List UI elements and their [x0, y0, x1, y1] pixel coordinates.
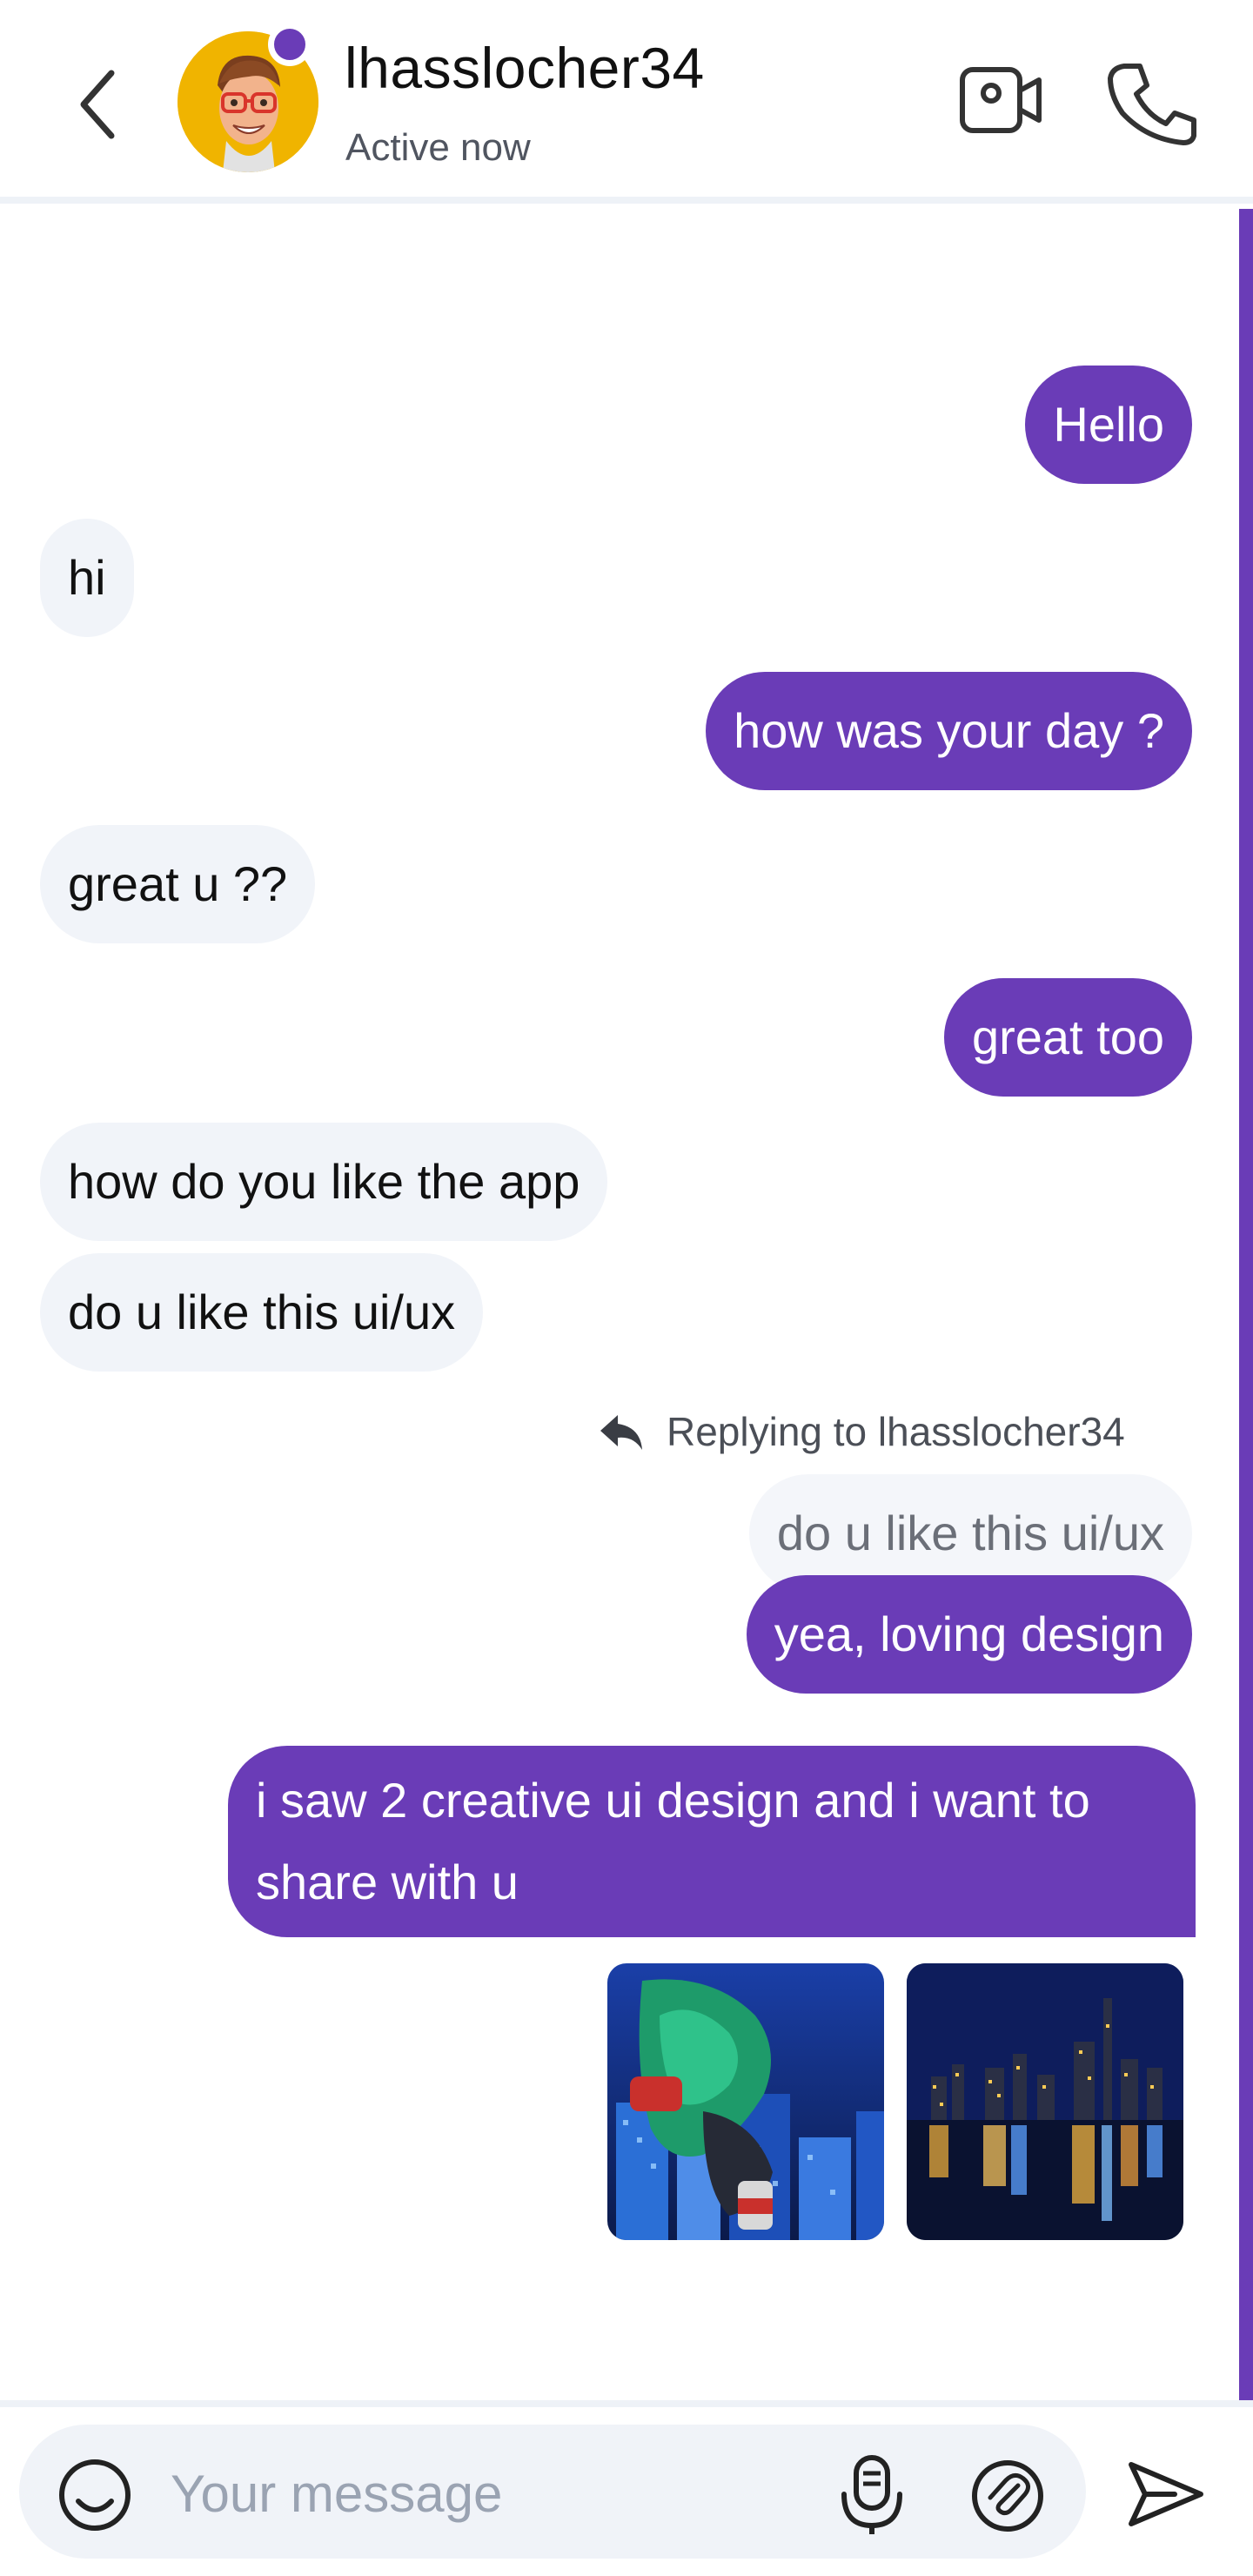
scrollbar[interactable] — [1239, 209, 1253, 2400]
shared-image-2[interactable] — [907, 1963, 1183, 2240]
send-icon — [1129, 2462, 1203, 2526]
reply-label-text: Replying to lhasslocher34 — [667, 1409, 1125, 1454]
outgoing-message[interactable]: how was your day ? — [706, 672, 1192, 790]
outgoing-message[interactable]: great too — [943, 978, 1192, 1097]
online-status-dot — [268, 23, 312, 66]
emoji-icon — [59, 2459, 131, 2531]
microphone-icon — [841, 2455, 902, 2534]
send-button[interactable] — [1122, 2451, 1209, 2538]
reply-arrow-icon — [600, 1415, 642, 1450]
attachment-button[interactable] — [968, 2456, 1048, 2536]
phone-icon — [1108, 64, 1196, 145]
attachment-icon — [972, 2460, 1043, 2532]
incoming-message[interactable]: great u ?? — [40, 825, 316, 943]
outgoing-message[interactable]: yea, loving design — [746, 1575, 1192, 1694]
voice-call-button[interactable] — [1105, 59, 1201, 146]
incoming-message[interactable]: hi — [40, 519, 134, 637]
contact-status: Active now — [345, 126, 531, 169]
contact-name[interactable]: lhasslocher34 — [345, 35, 705, 101]
outgoing-message[interactable]: i saw 2 creative ui design and i want to… — [228, 1746, 1196, 1937]
reply-indicator: Replying to lhasslocher34 — [599, 1408, 1125, 1455]
emoji-button[interactable] — [56, 2456, 134, 2534]
chat-header: lhasslocher34 Active now — [0, 0, 1253, 204]
chevron-left-icon — [80, 70, 115, 139]
voice-record-button[interactable] — [835, 2451, 908, 2538]
message-input[interactable] — [171, 2454, 780, 2532]
video-call-button[interactable] — [957, 61, 1044, 139]
image-photo-icon — [607, 1963, 884, 2240]
outgoing-message[interactable]: Hello — [1025, 366, 1192, 484]
back-button[interactable] — [70, 61, 131, 148]
incoming-message[interactable]: how do you like the app — [40, 1123, 608, 1241]
video-camera-icon — [960, 67, 1042, 133]
incoming-message[interactable]: do u like this ui/ux — [40, 1253, 484, 1372]
shared-image-1[interactable] — [607, 1963, 884, 2240]
image-photo-icon — [907, 1963, 1183, 2240]
